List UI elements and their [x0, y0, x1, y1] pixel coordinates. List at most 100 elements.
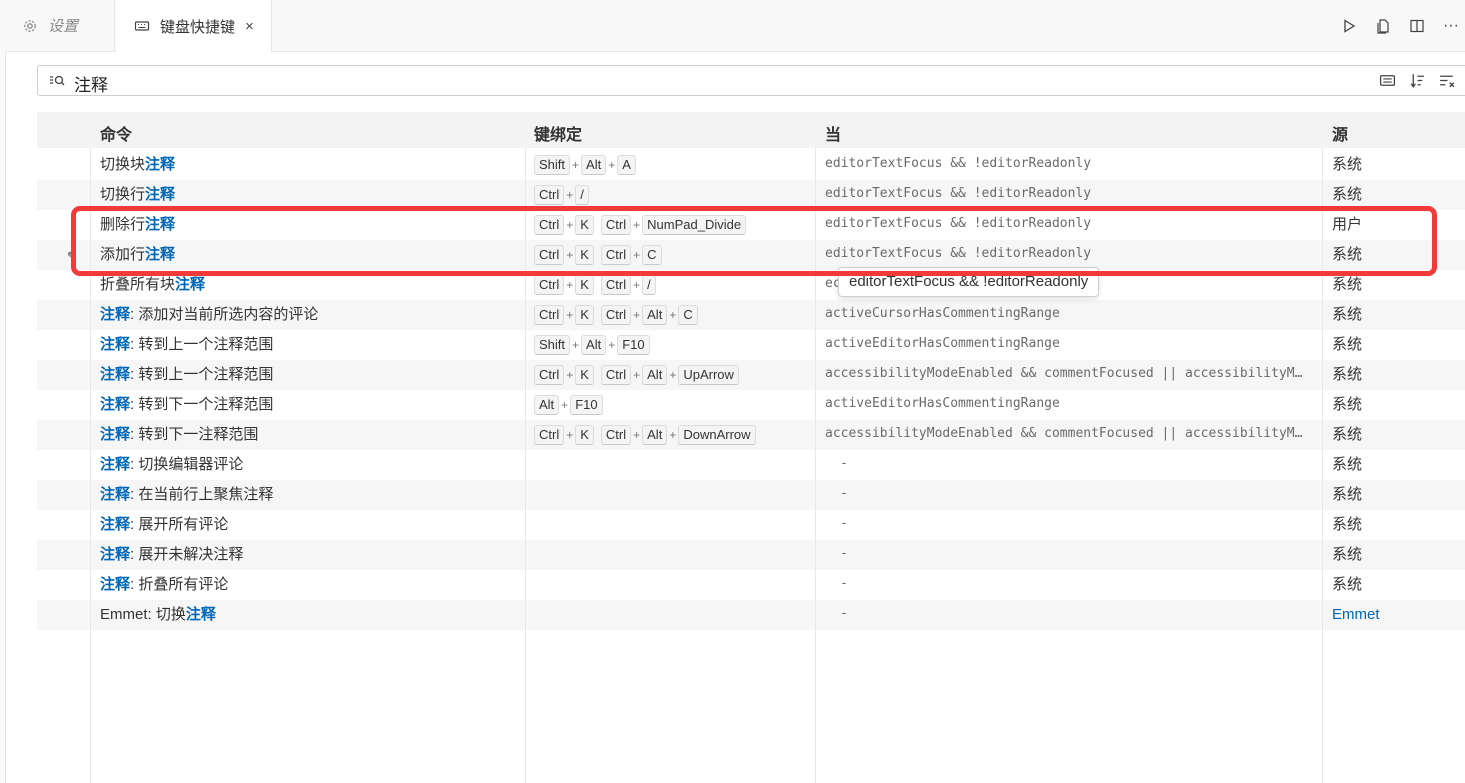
command-text: Emmet: 切换: [100, 606, 186, 623]
edit-icon[interactable]: ✎: [67, 249, 78, 265]
sort-precedence-icon[interactable]: [1409, 72, 1426, 89]
key-separator: +: [608, 158, 616, 173]
keybinding-cell[interactable]: [534, 450, 814, 480]
keybinding-cell[interactable]: Ctrl + K Ctrl + NumPad_Divide: [534, 210, 814, 240]
keybinding-cell[interactable]: [534, 510, 814, 540]
keybinding-cell[interactable]: Alt + F10: [534, 390, 814, 420]
source-cell: 系统: [1332, 336, 1363, 353]
tab-keyboard-shortcuts[interactable]: 键盘快捷键 ×: [116, 0, 272, 52]
key-separator: +: [572, 158, 580, 173]
source-link[interactable]: Emmet: [1332, 600, 1452, 630]
key-cap: Ctrl: [534, 365, 565, 386]
table-row[interactable]: 添加行注释 Ctrl + K Ctrl + CeditorTextFocus && !edi…: [37, 240, 1465, 270]
source-cell: 系统: [1332, 396, 1363, 413]
command-cell: 注释: 转到上一个注释范围: [100, 330, 520, 360]
table-row[interactable]: 注释: 转到下一个注释范围 Alt + F10 activeEditorHasComme…: [37, 390, 1465, 420]
table-row[interactable]: 切换行注释 Ctrl + / editorTextFocus && !editorRea…: [37, 180, 1465, 210]
column-divider[interactable]: [525, 148, 526, 783]
command-text: 折叠所有块: [100, 276, 176, 293]
source-cell: 系统: [1332, 306, 1363, 323]
command-text: : 转到下一注释范围: [130, 426, 259, 443]
table-row[interactable]: 注释: 转到上一个注释范围 Ctrl + K Ctrl + Alt + UpArrow acces…: [37, 360, 1465, 390]
keybinding-cell[interactable]: Ctrl + K Ctrl + C: [534, 240, 814, 270]
keybinding-cell[interactable]: Shift + Alt + F10: [534, 330, 814, 360]
open-json-icon[interactable]: [1373, 16, 1393, 36]
table-row[interactable]: 注释: 折叠所有评论 - 系统: [37, 570, 1465, 600]
table-row[interactable]: 注释: 添加对当前所选内容的评论 Ctrl + K Ctrl + Alt + CactiveCu…: [37, 300, 1465, 330]
command-text: : 添加对当前所选内容的评论: [130, 306, 319, 323]
table-row[interactable]: 注释: 展开所有评论 - 系统: [37, 510, 1465, 540]
when-cell: accessibilityModeEnabled && commentFocus…: [825, 366, 1303, 381]
record-keys-icon[interactable]: [1379, 72, 1396, 89]
keybinding-cell[interactable]: Ctrl + K Ctrl + Alt + DownArrow: [534, 420, 814, 450]
key-cap: Ctrl: [534, 305, 565, 326]
search-value: 注释: [74, 76, 108, 95]
tab-settings[interactable]: 设置: [0, 0, 115, 51]
clear-input-icon[interactable]: [1438, 72, 1455, 89]
source-cell: 系统: [1332, 276, 1363, 293]
table-row[interactable]: 注释: 在当前行上聚焦注释 - 系统: [37, 480, 1465, 510]
key-cap: Alt: [534, 395, 560, 416]
split-editor-icon[interactable]: [1407, 16, 1427, 36]
keybinding-cell[interactable]: Shift + Alt + A: [534, 150, 814, 180]
keybinding-cell[interactable]: Ctrl + /: [534, 180, 814, 210]
command-cell: 切换块注释: [100, 150, 520, 180]
key-cap: Ctrl: [600, 425, 632, 446]
key-separator: +: [572, 338, 580, 353]
key-separator: +: [566, 278, 574, 293]
table-row[interactable]: 切换块注释 Shift + Alt + AeditorTextFocus && !edit…: [37, 150, 1465, 180]
command-cell: 注释: 折叠所有评论: [100, 570, 520, 600]
source-cell: 系统: [1332, 156, 1363, 173]
key-cap: /: [575, 185, 589, 206]
key-separator: +: [633, 428, 641, 443]
col-command-header: 命令: [100, 127, 133, 144]
key-cap: K: [575, 215, 594, 236]
column-divider[interactable]: [1322, 148, 1323, 783]
keybinding-cell[interactable]: Ctrl + K Ctrl + Alt + UpArrow: [534, 360, 814, 390]
keybinding-cell[interactable]: [534, 570, 814, 600]
column-divider[interactable]: [90, 148, 91, 783]
key-separator: +: [566, 248, 574, 263]
keybinding-cell[interactable]: [534, 480, 814, 510]
command-match-highlight: 注释: [175, 276, 206, 293]
key-cap: C: [642, 245, 662, 266]
command-match-highlight: 注释: [100, 306, 131, 323]
keybinding-cell[interactable]: [534, 540, 814, 570]
table-row[interactable]: 注释: 转到上一个注释范围 Shift + Alt + F10 activeEditorHa…: [37, 330, 1465, 360]
table-row[interactable]: 删除行注释 Ctrl + K Ctrl + NumPad_Divide editorTextF…: [37, 210, 1465, 240]
when-cell: -: [840, 576, 848, 591]
keybinding-cell[interactable]: Ctrl + K Ctrl + Alt + C: [534, 300, 814, 330]
command-cell: 注释: 转到上一个注释范围: [100, 360, 520, 390]
key-cap: K: [575, 275, 594, 296]
keybinding-cell[interactable]: [534, 600, 814, 630]
table-row[interactable]: 注释: 展开未解决注释 - 系统: [37, 540, 1465, 570]
table-row[interactable]: 注释: 转到下一注释范围 Ctrl + K Ctrl + Alt + DownArrow acce…: [37, 420, 1465, 450]
command-cell: 注释: 转到下一个注释范围: [100, 390, 520, 420]
command-text: : 转到上一个注释范围: [130, 336, 274, 353]
key-separator: +: [633, 278, 641, 293]
keybinding-cell[interactable]: Ctrl + K Ctrl + /: [534, 270, 814, 300]
command-match-highlight: 注释: [100, 546, 131, 563]
table-row[interactable]: 折叠所有块注释 Ctrl + K Ctrl + / ec 系统: [37, 270, 1465, 300]
command-cell: 注释: 添加对当前所选内容的评论: [100, 300, 520, 330]
command-cell: 注释: 在当前行上聚焦注释: [100, 480, 520, 510]
table-row[interactable]: 注释: 切换编辑器评论 - 系统: [37, 450, 1465, 480]
keybindings-search-input[interactable]: 注释: [37, 65, 1465, 96]
command-text: : 切换编辑器评论: [130, 456, 244, 473]
when-cell: -: [840, 606, 848, 621]
close-icon[interactable]: ×: [245, 18, 254, 35]
run-icon[interactable]: [1339, 16, 1359, 36]
command-match-highlight: 注释: [145, 186, 176, 203]
column-divider[interactable]: [815, 148, 816, 783]
more-icon[interactable]: ···: [1441, 16, 1461, 36]
command-match-highlight: 注释: [100, 516, 131, 533]
search-icon: [50, 75, 65, 86]
key-separator: +: [566, 428, 574, 443]
key-separator: +: [669, 368, 677, 383]
command-text: : 展开未解决注释: [130, 546, 244, 563]
table-row[interactable]: Emmet: 切换注释 - Emmet: [37, 600, 1465, 630]
key-cap: Alt: [581, 155, 607, 176]
key-cap: Ctrl: [534, 425, 565, 446]
gear-icon: [24, 19, 36, 32]
when-cell: editorTextFocus && !editorReadonly: [825, 246, 1092, 261]
